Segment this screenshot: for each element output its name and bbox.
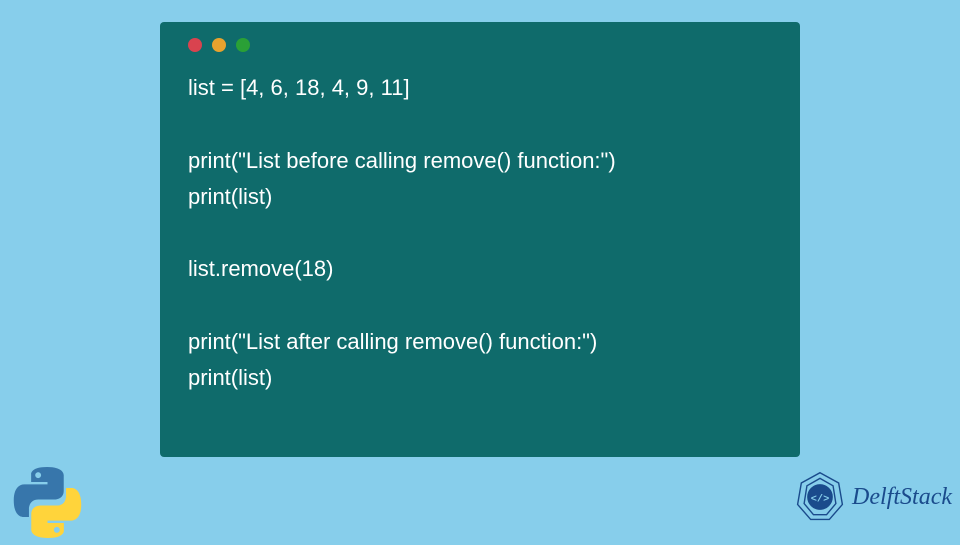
close-icon — [188, 38, 202, 52]
delftstack-emblem-icon: </> — [792, 469, 848, 525]
delftstack-logo: </> DelftStack — [792, 469, 952, 525]
window-controls — [188, 38, 772, 52]
brand-name: DelftStack — [852, 484, 952, 511]
minimize-icon — [212, 38, 226, 52]
code-window: list = [4, 6, 18, 4, 9, 11] print("List … — [160, 22, 800, 457]
python-logo-icon — [10, 465, 85, 540]
svg-text:</>: </> — [811, 494, 829, 506]
code-content: list = [4, 6, 18, 4, 9, 11] print("List … — [188, 70, 772, 397]
maximize-icon — [236, 38, 250, 52]
